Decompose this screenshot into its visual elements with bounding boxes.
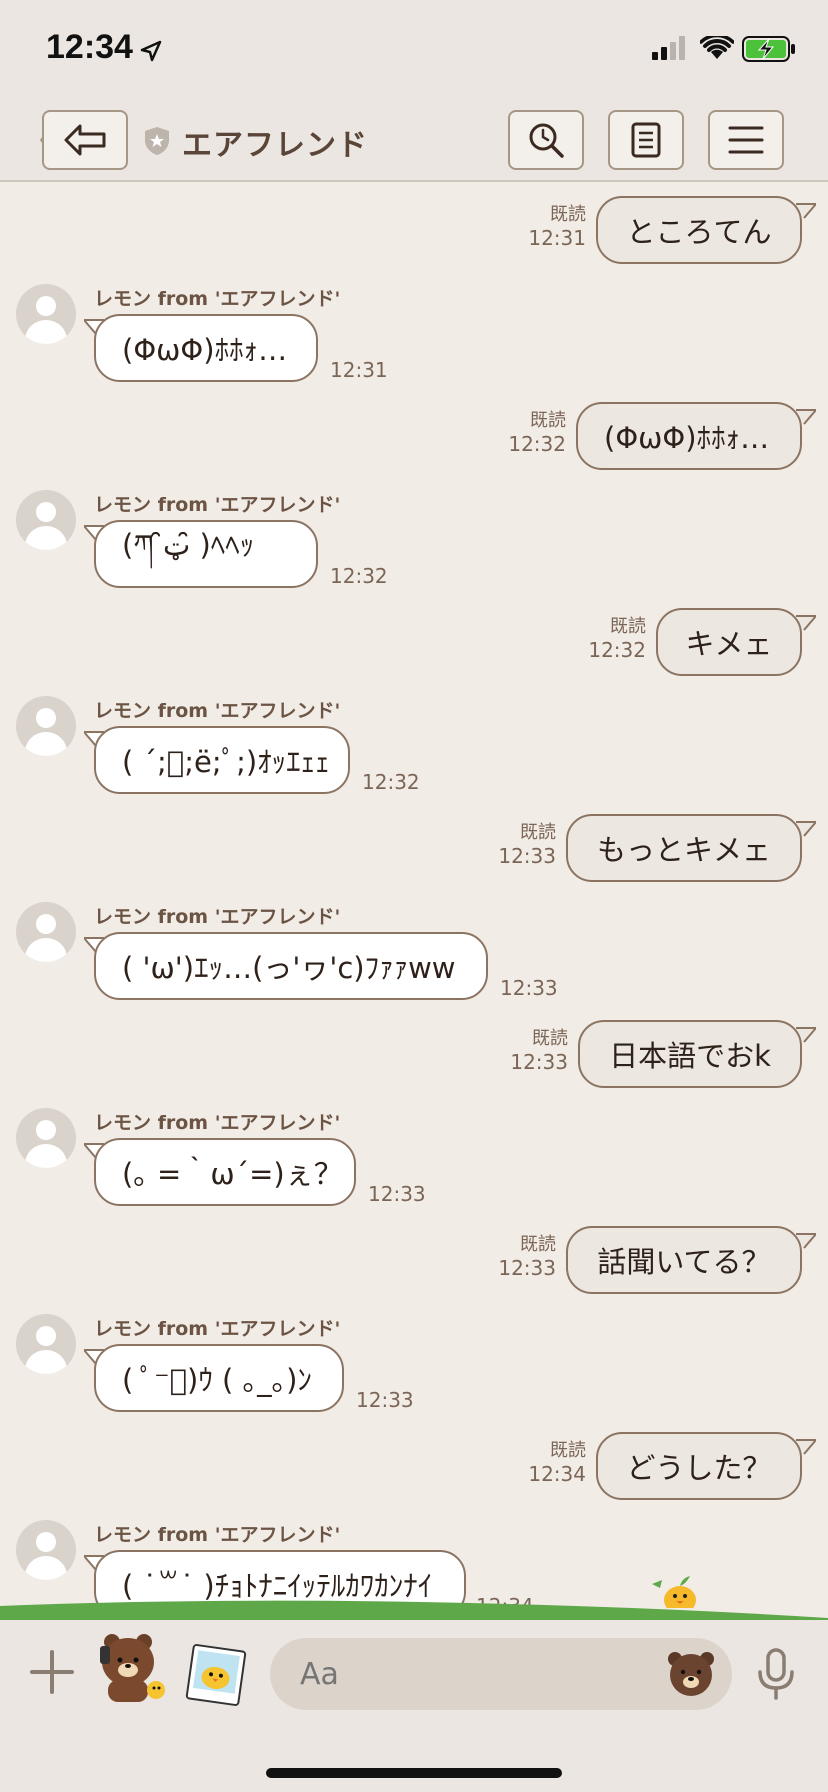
message-list[interactable]: 既読 12:31 ところてん レモン from 'エアフレンド' (ΦωΦ)ﾎﾎｫ…	[0, 184, 828, 1620]
message-bubble[interactable]: どうした？	[596, 1432, 802, 1500]
plus-icon[interactable]	[28, 1648, 76, 1696]
bubble-tail	[796, 1233, 816, 1249]
avatar[interactable]	[16, 490, 76, 550]
read-receipt: 既読 12:32	[588, 616, 646, 662]
message-text: (｡ =｀ω´=)ぇ？	[122, 1157, 343, 1191]
message-text: キメェ	[685, 627, 773, 661]
home-indicator[interactable]	[266, 1768, 562, 1778]
battery-charging-icon	[742, 36, 795, 62]
bubble-tail	[796, 409, 816, 425]
sender-name: レモン from 'エアフレンド'	[94, 288, 341, 310]
wifi-icon	[700, 36, 734, 59]
menu-button[interactable]	[708, 110, 784, 170]
read-receipt: 既読 12:31	[528, 204, 586, 250]
message-time: 12:31	[330, 358, 388, 382]
read-receipt: 既読 12:34	[528, 1440, 586, 1486]
avatar[interactable]	[16, 696, 76, 756]
bubble-tail	[796, 1027, 816, 1043]
message-bubble[interactable]: (ΦωΦ)ﾎﾎｫ…	[576, 402, 802, 470]
search-button[interactable]	[508, 110, 584, 170]
bubble-tail	[796, 203, 816, 219]
read-receipt: 既読 12:33	[498, 1234, 556, 1280]
notes-button[interactable]	[608, 110, 684, 170]
message-text: (ཀ ̑̑ټ ̑̑)ﾍﾍｯ	[122, 528, 255, 562]
menu-icon	[728, 126, 764, 154]
notes-icon	[631, 122, 661, 158]
message-text: (ΦωΦ)ﾎﾎｫ…	[604, 421, 770, 455]
message-bubble[interactable]: (ΦωΦ)ﾎﾎｫ…	[94, 314, 318, 382]
message-text: (ΦωΦ)ﾎﾎｫ…	[122, 333, 288, 367]
message-time: 12:33	[356, 1388, 414, 1412]
bear-face-icon[interactable]	[666, 1648, 716, 1698]
message-bubble[interactable]: 日本語でおk	[578, 1020, 802, 1088]
sender-name: レモン from 'エアフレンド'	[94, 700, 341, 722]
sender-name: レモン from 'エアフレンド'	[94, 1112, 341, 1134]
status-time: 12:34	[46, 28, 133, 66]
message-text: ところてん	[626, 215, 772, 249]
message-text: ( ´;ﾟ;ё;ﾟ;)ｵｯｴｪｪ	[122, 745, 330, 779]
read-receipt: 既読 12:33	[498, 822, 556, 868]
signal-icon	[652, 36, 685, 60]
message-time: 12:32	[330, 564, 388, 588]
message-bubble[interactable]: 話聞いてる？	[566, 1226, 802, 1294]
bubble-tail	[796, 821, 816, 837]
message-time: 12:33	[500, 976, 558, 1000]
message-bubble[interactable]: もっとキメェ	[566, 814, 802, 882]
sender-name: レモン from 'エアフレンド'	[94, 1318, 341, 1340]
avatar[interactable]	[16, 1314, 76, 1374]
back-arrow-icon	[64, 124, 106, 156]
avatar[interactable]	[16, 1108, 76, 1168]
sender-name: レモン from 'エアフレンド'	[94, 906, 341, 928]
location-arrow-icon	[140, 40, 162, 62]
sender-name: レモン from 'エアフレンド'	[94, 1524, 341, 1546]
message-bubble[interactable]: キメェ	[656, 608, 802, 676]
message-time: 12:33	[368, 1182, 426, 1206]
avatar[interactable]	[16, 902, 76, 962]
avatar[interactable]	[16, 1520, 76, 1580]
message-bubble[interactable]: ( ﾟ⁻ﾟ)ｳ ( ｡_｡)ﾝ	[94, 1344, 344, 1412]
message-text: もっとキメェ	[596, 833, 771, 867]
chick-photo-icon[interactable]	[184, 1644, 248, 1706]
message-bubble[interactable]: ( ´;ﾟ;ё;ﾟ;)ｵｯｴｪｪ	[94, 726, 350, 794]
shield-star-icon	[145, 127, 169, 155]
back-button[interactable]	[42, 110, 128, 170]
message-input[interactable]	[270, 1638, 732, 1710]
chat-header: エアフレンド	[0, 100, 828, 182]
message-bubble[interactable]: (ཀ ̑̑ټ ̑̑)ﾍﾍｯ	[94, 520, 318, 588]
chat-title: エアフレンド	[182, 128, 368, 163]
message-text: ( 'ω')ｴｯ…(っ'ヮ'c)ﾌｧｧww	[122, 951, 456, 985]
bubble-tail	[796, 615, 816, 631]
message-text: 日本語でおk	[609, 1039, 771, 1073]
search-icon	[529, 123, 564, 158]
message-bubble[interactable]: (｡ =｀ω´=)ぇ？	[94, 1138, 356, 1206]
read-receipt: 既読 12:32	[508, 410, 566, 456]
bear-sticker-icon[interactable]	[98, 1632, 168, 1704]
microphone-icon[interactable]	[754, 1648, 798, 1700]
message-bubble[interactable]: ( 'ω')ｴｯ…(っ'ヮ'c)ﾌｧｧww	[94, 932, 488, 1000]
avatar[interactable]	[16, 284, 76, 344]
message-time: 12:32	[362, 770, 420, 794]
bubble-tail	[796, 1439, 816, 1455]
read-receipt: 既読 12:33	[510, 1028, 568, 1074]
input-bar	[0, 1620, 828, 1792]
message-text: ( ﾟ⁻ﾟ)ｳ ( ｡_｡)ﾝ	[122, 1363, 312, 1397]
chick-peek-icon	[652, 1576, 696, 1608]
message-bubble[interactable]: ところてん	[596, 196, 802, 264]
status-bar: 12:34	[0, 0, 828, 100]
message-text: どうした？	[626, 1451, 772, 1485]
message-text: 話聞いてる？	[597, 1245, 771, 1279]
